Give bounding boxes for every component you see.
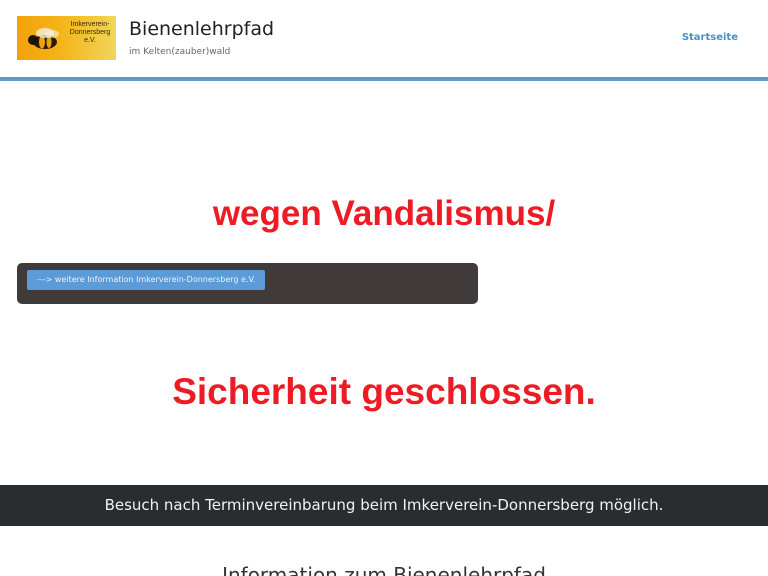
site-header: Imkerverein-Donnersberg e.V. Bienenlehrp… — [0, 0, 768, 77]
bee-icon — [28, 28, 59, 49]
site-title[interactable]: Bienenlehrpfad — [129, 18, 274, 40]
section-heading: Information zum Bienenlehrpfad — [222, 563, 546, 576]
hero-section: wegen Vandalismus/ ---> weitere Informat… — [0, 81, 768, 485]
notice-bar: Besuch nach Terminvereinbarung beim Imke… — [0, 485, 768, 526]
more-info-button[interactable]: ---> weitere Information Imkerverein-Don… — [27, 270, 266, 290]
nav-link-startseite[interactable]: Startseite — [682, 32, 738, 43]
site-tagline: im Kelten(zauber)wald — [129, 47, 231, 57]
hero-headline-line2: Sicherheit geschlossen. — [172, 371, 596, 412]
page: Imkerverein-Donnersberg e.V. Bienenlehrp… — [0, 0, 768, 576]
info-caption-box: ---> weitere Information Imkerverein-Don… — [17, 263, 478, 304]
hero-headline-line1: wegen Vandalismus/ — [212, 194, 556, 233]
logo-text: Imkerverein-Donnersberg e.V. — [69, 21, 111, 44]
site-logo[interactable]: Imkerverein-Donnersberg e.V. — [17, 16, 116, 60]
notice-text: Besuch nach Terminvereinbarung beim Imke… — [104, 496, 664, 514]
